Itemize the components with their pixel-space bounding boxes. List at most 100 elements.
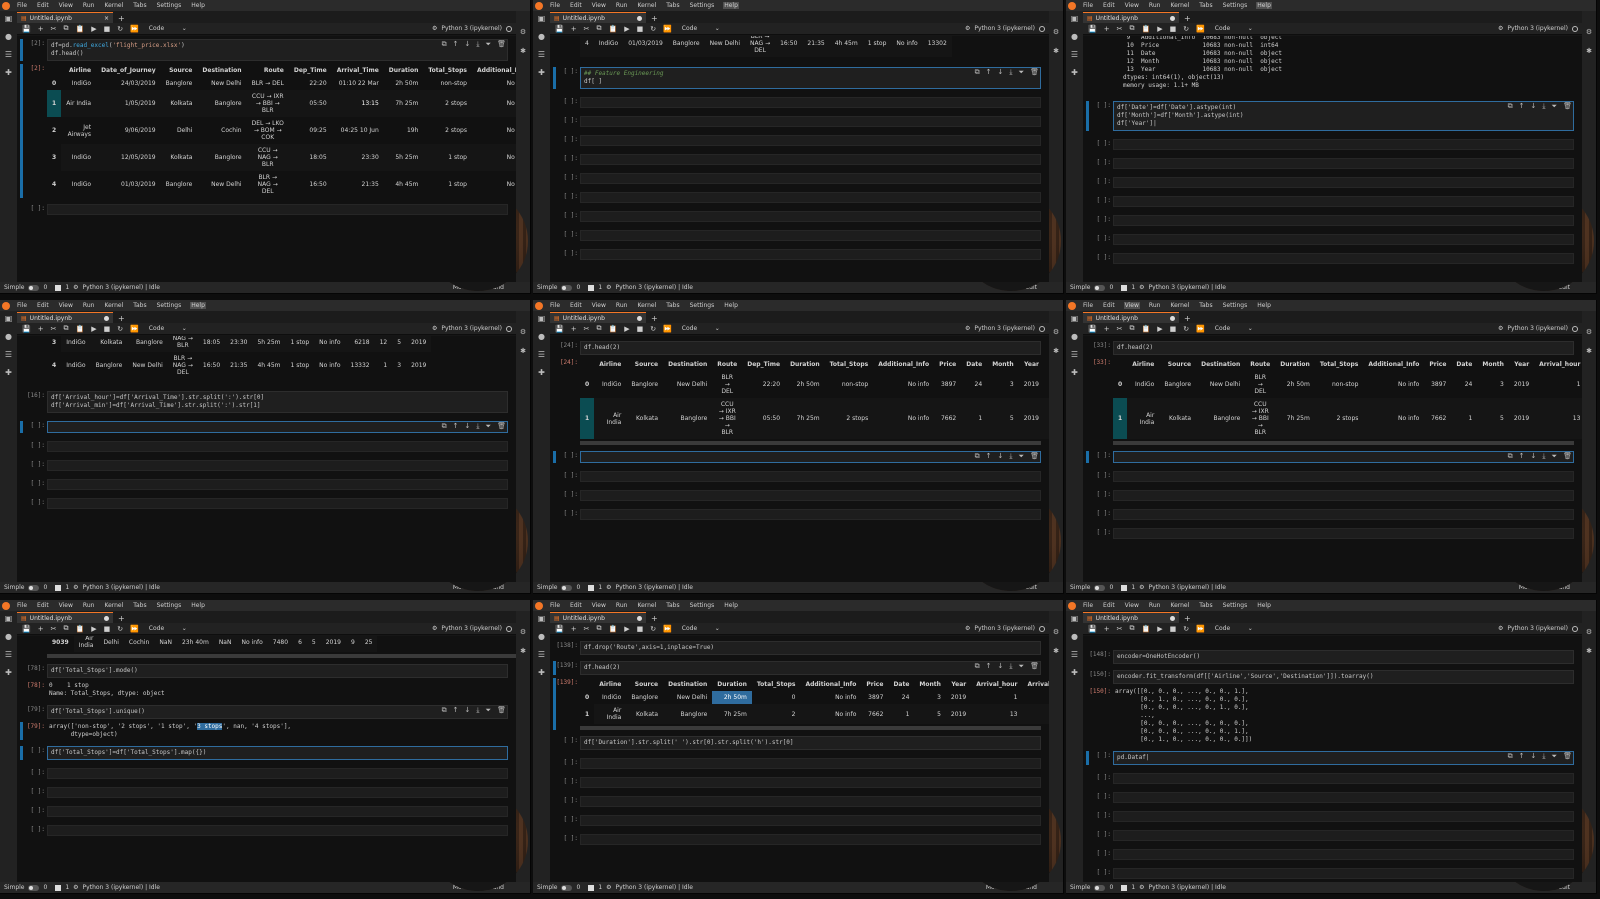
restart-icon[interactable]: ↻ — [650, 625, 656, 633]
restart-run-all-icon[interactable]: ⏩ — [130, 625, 139, 633]
duplicate-cell-icon[interactable]: ⧉ — [442, 422, 447, 430]
menu-item-tabs[interactable]: Tabs — [1198, 2, 1213, 9]
empty-code-editor[interactable] — [580, 471, 1041, 482]
menu-item-kernel[interactable]: Kernel — [636, 302, 657, 309]
property-inspector-icon[interactable]: ⚙ — [1053, 629, 1060, 636]
delete-cell-icon[interactable]: 🗑 — [1563, 102, 1572, 110]
empty-code-editor[interactable] — [47, 806, 508, 817]
empty-code-editor[interactable] — [580, 173, 1041, 184]
kernel-indicator[interactable]: ⚙ Python 3 (ipykernel) — [965, 625, 1045, 632]
move-down-icon[interactable]: ↓ — [998, 662, 1004, 670]
interrupt-icon[interactable]: ■ — [637, 625, 644, 633]
cut-icon[interactable]: ✂ — [51, 325, 57, 333]
filter-icon[interactable]: ⏷ — [1552, 102, 1558, 110]
menu-item-run[interactable]: Run — [1148, 2, 1162, 9]
kernel-indicator[interactable]: ⚙ Python 3 (ipykernel) — [1498, 25, 1578, 32]
run-icon[interactable]: ▶ — [1157, 25, 1162, 33]
debugger-icon[interactable]: ✱ — [1586, 648, 1593, 655]
extensions-icon[interactable]: ✚ — [1071, 669, 1079, 677]
cut-icon[interactable]: ✂ — [1117, 25, 1123, 33]
menu-item-help[interactable]: Help — [1256, 2, 1272, 9]
debugger-icon[interactable]: ✱ — [520, 648, 527, 655]
unsaved-dot-icon[interactable] — [1170, 615, 1175, 621]
duplicate-cell-icon[interactable]: ⧉ — [442, 706, 447, 714]
new-tab-icon[interactable]: + — [651, 614, 658, 623]
table-of-contents-icon[interactable]: ☰ — [1071, 651, 1079, 659]
table-of-contents-icon[interactable]: ☰ — [538, 51, 546, 59]
cell-type-select[interactable]: Code ⌄ — [1215, 625, 1253, 632]
simple-mode-toggle[interactable] — [1093, 284, 1105, 291]
empty-code-editor[interactable] — [580, 815, 1041, 826]
menu-item-view[interactable]: View — [58, 302, 74, 309]
filter-icon[interactable]: ⏷ — [486, 706, 492, 714]
move-up-icon[interactable]: ↑ — [453, 422, 459, 430]
delete-cell-icon[interactable]: 🗑 — [1030, 452, 1039, 460]
menu-item-edit[interactable]: Edit — [1102, 302, 1116, 309]
property-inspector-icon[interactable]: ⚙ — [520, 29, 527, 36]
empty-code-editor[interactable] — [1113, 253, 1574, 264]
empty-code-editor[interactable] — [1113, 490, 1574, 501]
restart-run-all-icon[interactable]: ⏩ — [663, 625, 672, 633]
empty-code-editor[interactable] — [580, 135, 1041, 146]
menu-item-kernel[interactable]: Kernel — [636, 2, 657, 9]
tab-notebook[interactable]: ▤ Untitled.ipynb — [1083, 12, 1179, 23]
menu-item-run[interactable]: Run — [615, 302, 629, 309]
filter-icon[interactable]: ⏷ — [1019, 662, 1025, 670]
menu-item-file[interactable]: File — [1082, 2, 1094, 9]
debugger-icon[interactable]: ✱ — [520, 348, 527, 355]
move-down-icon[interactable]: ↓ — [465, 422, 471, 430]
menu-item-view[interactable]: View — [58, 602, 74, 609]
cell-type-select[interactable]: Code ⌄ — [682, 25, 720, 32]
duplicate-cell-icon[interactable]: ⧉ — [1508, 452, 1513, 460]
delete-cell-icon[interactable]: 🗑 — [1030, 68, 1039, 76]
menu-item-tabs[interactable]: Tabs — [1198, 602, 1213, 609]
move-up-icon[interactable]: ↑ — [986, 68, 992, 76]
save-icon[interactable]: 💾 — [555, 25, 564, 33]
new-tab-icon[interactable]: + — [1184, 614, 1191, 623]
dataframe-row[interactable]: 0 IndiGo 24/03/2019 Banglore New Delhi BLR → … — [47, 77, 516, 90]
menu-item-edit[interactable]: Edit — [569, 302, 583, 309]
restart-run-all-icon[interactable]: ⏩ — [1196, 625, 1205, 633]
unsaved-dot-icon[interactable] — [1170, 15, 1175, 21]
menu-item-settings[interactable]: Settings — [1222, 2, 1249, 9]
menu-item-run[interactable]: Run — [1148, 302, 1162, 309]
menu-item-edit[interactable]: Edit — [36, 2, 50, 9]
interrupt-icon[interactable]: ■ — [1170, 625, 1177, 633]
filter-icon[interactable]: ⏷ — [1552, 452, 1558, 460]
menu-item-tabs[interactable]: Tabs — [132, 302, 147, 309]
menu-item-settings[interactable]: Settings — [156, 302, 183, 309]
restart-run-all-icon[interactable]: ⏩ — [663, 325, 672, 333]
debugger-icon[interactable]: ✱ — [1053, 348, 1060, 355]
horizontal-scrollbar[interactable] — [1113, 441, 1574, 445]
insert-below-icon[interactable]: ⤓ — [476, 422, 479, 430]
empty-code-editor[interactable] — [580, 834, 1041, 845]
menu-item-tabs[interactable]: Tabs — [1198, 302, 1213, 309]
property-inspector-icon[interactable]: ⚙ — [520, 329, 527, 336]
menu-item-tabs[interactable]: Tabs — [132, 2, 147, 9]
property-inspector-icon[interactable]: ⚙ — [1586, 329, 1593, 336]
property-inspector-icon[interactable]: ⚙ — [1053, 329, 1060, 336]
filter-icon[interactable]: ⏷ — [486, 40, 492, 48]
empty-code-editor[interactable] — [1113, 830, 1574, 841]
restart-run-all-icon[interactable]: ⏩ — [1196, 325, 1205, 333]
copy-icon[interactable]: ⧉ — [1129, 624, 1134, 633]
dataframe-row[interactable]: 1 Air India Kolkata Banglore CCU → IXR → BBI… — [1113, 398, 1582, 439]
simple-mode-toggle[interactable] — [27, 584, 39, 591]
dataframe-row[interactable]: 1 Air India Kolkata Banglore CCU → IXR → BBI… — [580, 398, 1049, 439]
kernel-indicator[interactable]: ⚙ Python 3 (ipykernel) — [432, 325, 512, 332]
empty-code-editor[interactable] — [47, 479, 508, 490]
horizontal-scrollbar[interactable] — [580, 726, 1041, 730]
menu-item-view[interactable]: View — [58, 2, 74, 9]
restart-run-all-icon[interactable]: ⏩ — [130, 325, 139, 333]
menu-item-help[interactable]: Help — [723, 302, 739, 309]
cell-type-select[interactable]: Code ⌄ — [149, 25, 187, 32]
save-icon[interactable]: 💾 — [1088, 625, 1097, 633]
run-icon[interactable]: ▶ — [91, 25, 96, 33]
kernel-indicator[interactable]: ⚙ Python 3 (ipykernel) — [1498, 625, 1578, 632]
duplicate-cell-icon[interactable]: ⧉ — [1508, 102, 1513, 110]
menu-item-file[interactable]: File — [16, 602, 28, 609]
empty-code-editor[interactable] — [47, 787, 508, 798]
running-kernels-icon[interactable]: ● — [1071, 633, 1079, 641]
duplicate-cell-icon[interactable]: ⧉ — [442, 40, 447, 48]
restart-run-all-icon[interactable]: ⏩ — [130, 25, 139, 33]
